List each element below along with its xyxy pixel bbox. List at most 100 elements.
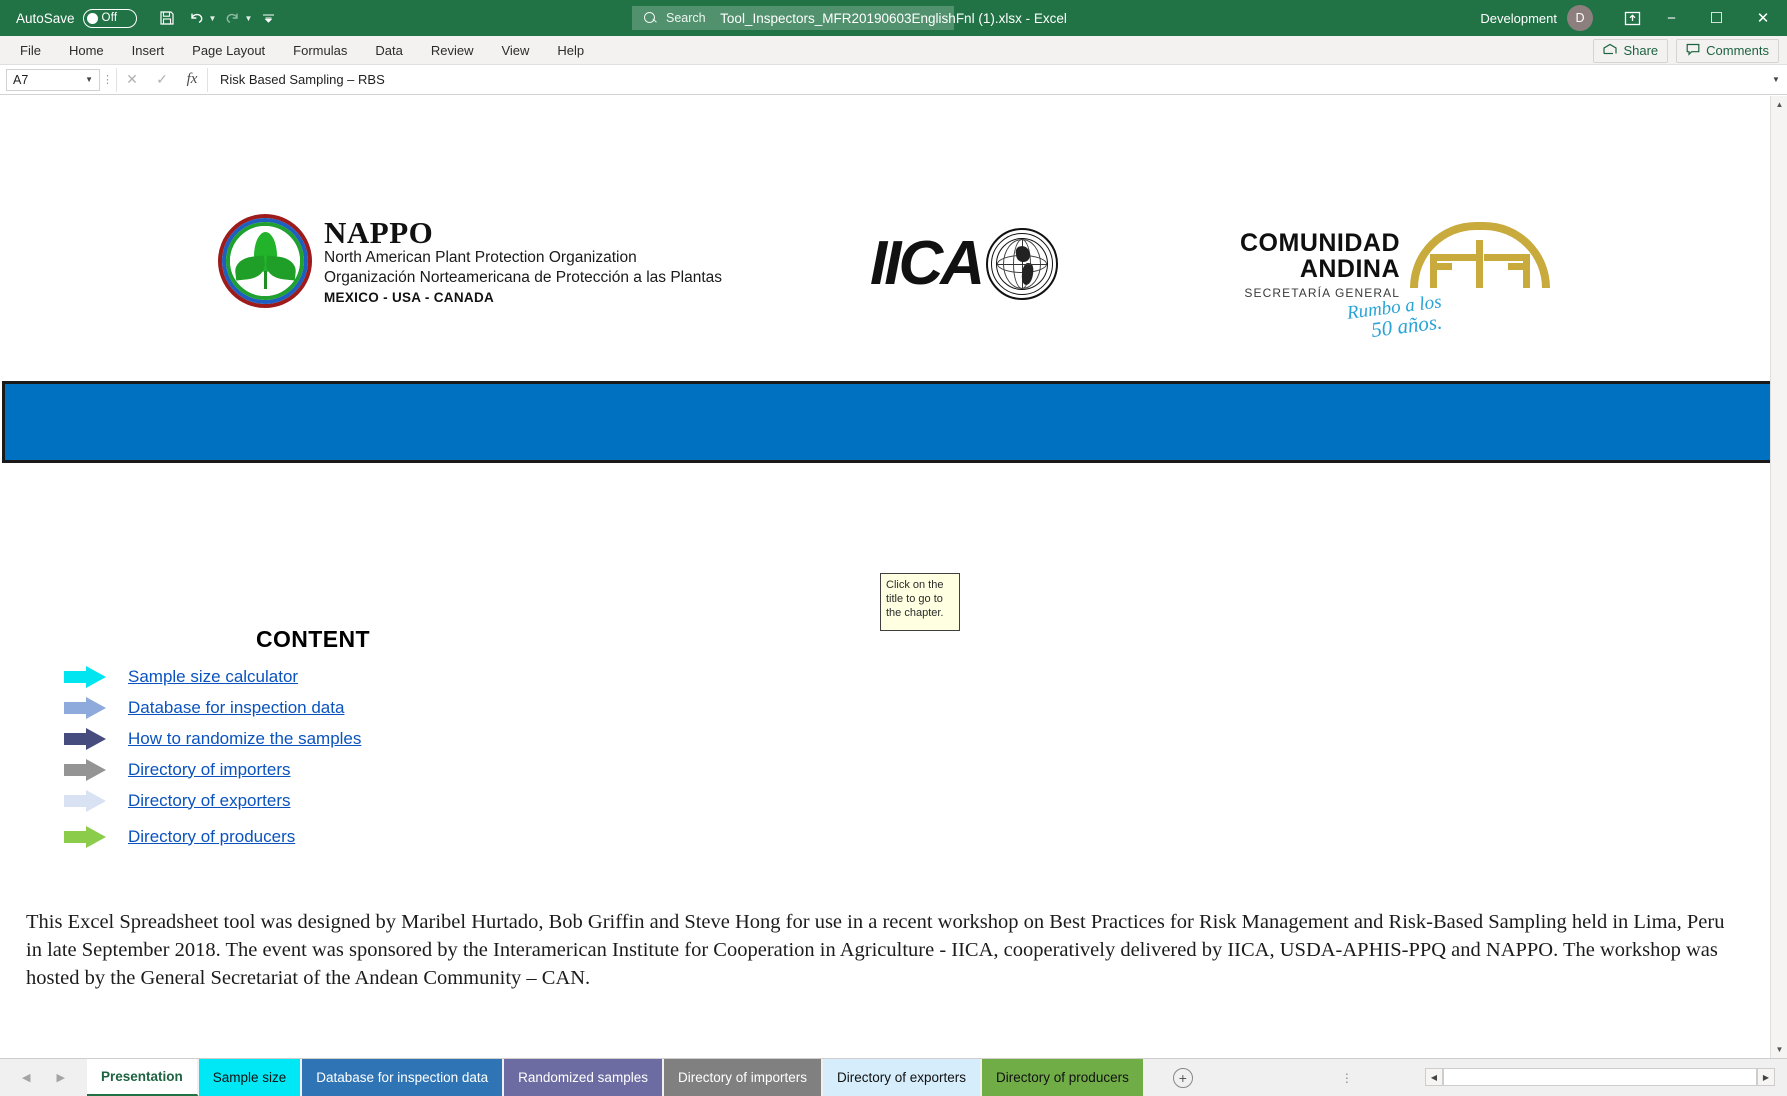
arrow-icon xyxy=(64,826,106,848)
scroll-left-icon[interactable]: ◀ xyxy=(1425,1068,1443,1086)
sheet-tab-randomized-samples[interactable]: Randomized samples xyxy=(504,1059,664,1096)
share-icon xyxy=(1603,43,1617,59)
share-label: Share xyxy=(1623,43,1658,58)
link-directory-of-exporters[interactable]: Directory of exporters xyxy=(128,791,291,811)
arrow-icon xyxy=(64,697,106,719)
tab-file[interactable]: File xyxy=(6,36,55,65)
search-icon xyxy=(644,12,657,25)
tab-formulas[interactable]: Formulas xyxy=(279,36,361,65)
link-directory-of-importers[interactable]: Directory of importers xyxy=(128,760,290,780)
list-item[interactable]: Database for inspection data xyxy=(60,692,660,723)
name-box[interactable]: A7 ▼ xyxy=(6,69,100,91)
nappo-wordmark: NAPPO North American Plant Protection Or… xyxy=(324,217,722,305)
tab-help[interactable]: Help xyxy=(543,36,598,65)
description-paragraph: This Excel Spreadsheet tool was designed… xyxy=(26,908,1726,992)
scroll-right-icon[interactable]: ▶ xyxy=(1757,1068,1775,1086)
tab-bar-grip[interactable]: ⋮ xyxy=(1341,1071,1354,1085)
tab-data[interactable]: Data xyxy=(361,36,416,65)
vertical-scrollbar[interactable]: ▲ ▼ xyxy=(1770,96,1787,1058)
formula-bar-buttons: ✕ ✓ fx xyxy=(116,68,207,92)
logo-row: NAPPO North American Plant Protection Or… xyxy=(0,214,1600,334)
comments-label: Comments xyxy=(1706,43,1769,58)
comunidad-andina-logo: COMUNIDAD ANDINA SECRETARÍA GENERAL xyxy=(1240,222,1550,300)
avatar[interactable]: D xyxy=(1567,5,1593,31)
scroll-up-icon[interactable]: ▲ xyxy=(1771,96,1787,113)
iica-wordmark: IICA xyxy=(870,233,982,295)
can-wordmark: COMUNIDAD ANDINA SECRETARÍA GENERAL xyxy=(1240,222,1400,300)
title-bar-right: Development D − ☐ ✕ xyxy=(1480,0,1787,36)
sheet-tab-presentation[interactable]: Presentation xyxy=(87,1059,199,1096)
save-icon[interactable] xyxy=(153,5,181,31)
redo-dropdown-icon[interactable]: ▼ xyxy=(244,14,252,23)
comments-button[interactable]: Comments xyxy=(1676,39,1779,63)
sheet-nav-arrows: ◀ ▶ xyxy=(22,1071,65,1084)
redo-icon[interactable] xyxy=(218,5,246,31)
add-sheet-button[interactable]: + xyxy=(1173,1068,1193,1088)
formula-input[interactable]: Risk Based Sampling – RBS xyxy=(207,68,1765,92)
comment-note: Click on the title to go to the chapter. xyxy=(880,573,960,631)
tab-insert[interactable]: Insert xyxy=(118,36,179,65)
close-button[interactable]: ✕ xyxy=(1739,0,1787,36)
undo-dropdown-icon[interactable]: ▼ xyxy=(209,14,217,23)
previous-sheet-icon[interactable]: ◀ xyxy=(22,1071,30,1084)
nappo-logo: NAPPO North American Plant Protection Or… xyxy=(218,214,722,308)
list-item[interactable]: Directory of producers xyxy=(60,821,660,852)
nappo-line-es: Organización Norteamericana de Protecció… xyxy=(324,268,722,288)
title-banner-cell[interactable] xyxy=(2,381,1781,463)
can-line2: ANDINA xyxy=(1300,256,1400,282)
tab-view[interactable]: View xyxy=(487,36,543,65)
sheet-tab-sample-size[interactable]: Sample size xyxy=(199,1059,303,1096)
sheet-tab-database-for-inspection-data[interactable]: Database for inspection data xyxy=(302,1059,504,1096)
list-item[interactable]: Directory of importers xyxy=(60,754,660,785)
content-heading: CONTENT xyxy=(256,626,370,653)
list-item[interactable]: Sample size calculator xyxy=(60,661,660,692)
content-link-list: Sample size calculator Database for insp… xyxy=(60,661,660,852)
tab-home[interactable]: Home xyxy=(55,36,118,65)
minimize-button[interactable]: − xyxy=(1649,0,1694,36)
can-tagline: Rumbo a los 50 años. xyxy=(1346,292,1445,343)
ribbon-display-options-icon[interactable] xyxy=(1615,0,1649,36)
next-sheet-icon[interactable]: ▶ xyxy=(56,1071,64,1084)
sheet-tab-directory-of-producers[interactable]: Directory of producers xyxy=(982,1059,1145,1096)
iica-globe-seal-icon xyxy=(986,228,1058,300)
link-directory-of-producers[interactable]: Directory of producers xyxy=(128,827,295,847)
list-item[interactable]: How to randomize the samples xyxy=(60,723,660,754)
nappo-emblem-icon xyxy=(218,214,312,308)
tab-review[interactable]: Review xyxy=(417,36,488,65)
scroll-down-icon[interactable]: ▼ xyxy=(1771,1041,1787,1058)
undo-icon[interactable] xyxy=(183,5,211,31)
autosave-switch[interactable]: Off xyxy=(83,9,137,28)
list-item[interactable]: Directory of exporters xyxy=(60,785,660,816)
sheet-tab-directory-of-importers[interactable]: Directory of importers xyxy=(664,1059,823,1096)
nappo-title: NAPPO xyxy=(324,217,722,248)
link-sample-size-calculator[interactable]: Sample size calculator xyxy=(128,667,298,687)
autosave-toggle[interactable]: AutoSave Off xyxy=(16,9,137,28)
iica-logo: IICA xyxy=(870,228,1058,300)
arrow-icon xyxy=(64,790,106,812)
nappo-line-en: North American Plant Protection Organiza… xyxy=(324,248,722,268)
maximize-button[interactable]: ☐ xyxy=(1694,0,1739,36)
expand-formula-bar-icon[interactable]: ▼ xyxy=(1765,75,1787,84)
arrow-icon xyxy=(64,666,106,688)
link-how-to-randomize-the-samples[interactable]: How to randomize the samples xyxy=(128,729,361,749)
cancel-icon[interactable]: ✕ xyxy=(117,68,147,92)
share-button[interactable]: Share xyxy=(1593,39,1668,63)
can-tagline-line2: 50 años. xyxy=(1370,311,1445,341)
horizontal-scroll-track[interactable] xyxy=(1443,1068,1757,1086)
can-arch-icon xyxy=(1410,222,1550,288)
arrow-icon xyxy=(64,759,106,781)
arrow-icon xyxy=(64,728,106,750)
search-input[interactable]: Search xyxy=(632,6,954,30)
formula-bar-grip: ⋮ xyxy=(100,73,116,86)
customize-quick-access-icon[interactable] xyxy=(254,5,282,31)
sheet-tab-directory-of-exporters[interactable]: Directory of exporters xyxy=(823,1059,982,1096)
sheet-tabs: Presentation Sample size Database for in… xyxy=(87,1059,1145,1096)
tab-page-layout[interactable]: Page Layout xyxy=(178,36,279,65)
can-subtitle: SECRETARÍA GENERAL xyxy=(1244,286,1400,300)
link-database-for-inspection-data[interactable]: Database for inspection data xyxy=(128,698,344,718)
worksheet-canvas[interactable]: NAPPO North American Plant Protection Or… xyxy=(0,96,1787,1058)
insert-function-icon[interactable]: fx xyxy=(177,68,207,92)
horizontal-scrollbar[interactable]: ◀ ▶ xyxy=(1425,1067,1775,1087)
enter-icon[interactable]: ✓ xyxy=(147,68,177,92)
chevron-down-icon[interactable]: ▼ xyxy=(85,75,93,84)
